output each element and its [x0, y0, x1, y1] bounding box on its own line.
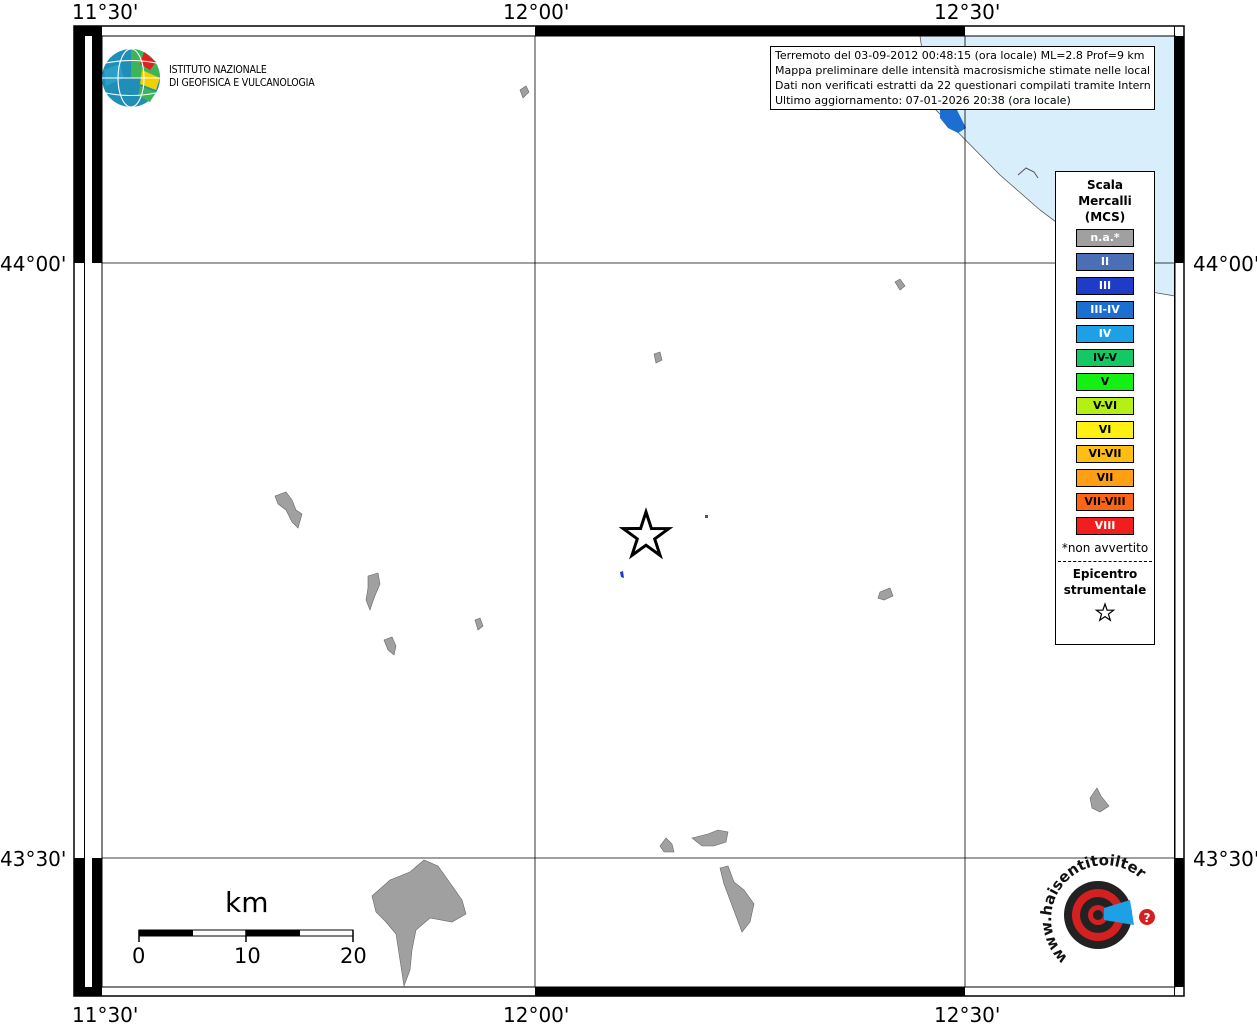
info-line2: Mappa preliminare delle intensità macros… — [775, 64, 1150, 77]
town-area — [653, 351, 663, 364]
towns — [274, 85, 1110, 988]
legend-item-iii: III — [1076, 277, 1134, 295]
scale-label-20: 20 — [340, 944, 367, 968]
town-area — [474, 617, 484, 631]
legend-item-v-vi: V-VI — [1076, 397, 1134, 415]
scale-unit: km — [225, 886, 269, 919]
legend-item-iv-v: IV-V — [1076, 349, 1134, 367]
intensity-marker-III — [620, 571, 624, 578]
legend-separator — [1058, 561, 1152, 562]
town-area — [274, 491, 303, 529]
town-area — [383, 636, 397, 656]
legend-item-vii: VII — [1076, 469, 1134, 487]
legend-title: Scala Mercalli (MCS) — [1056, 177, 1154, 225]
town-area — [519, 85, 530, 99]
legend-star-icon — [1056, 602, 1154, 628]
legend-title-line1: Scala — [1086, 178, 1124, 192]
town-area — [365, 572, 381, 611]
top-label-3: 12°30' — [934, 0, 1001, 24]
legend-item-iv: IV — [1076, 325, 1134, 343]
scale-label-0: 0 — [132, 944, 146, 968]
town-area — [1089, 787, 1110, 813]
legend-epicenter-line2: strumentale — [1063, 583, 1147, 597]
town-area — [691, 829, 729, 847]
legend-item-iii-iv: III-IV — [1076, 301, 1134, 319]
legend-epicenter: Epicentro strumentale — [1056, 566, 1154, 598]
ingv-logo-text: ISTITUTO NAZIONALE DI GEOFISICA E VULCAN… — [169, 64, 315, 90]
top-label-1: 11°30' — [72, 0, 139, 24]
info-line4: Ultimo aggiornamento: 07-01-2026 20:38 (… — [775, 94, 1071, 107]
intensity-marker-small — [705, 515, 708, 518]
legend-item-n-a: n.a.* — [1076, 229, 1134, 247]
legend-item-vii-viii: VII-VIII — [1076, 493, 1134, 511]
bottom-label-2: 12°00' — [503, 1003, 570, 1027]
left-label-2: 43°30' — [0, 847, 67, 871]
legend-item-viii: VIII — [1076, 517, 1134, 535]
legend-epicenter-line1: Epicentro — [1072, 567, 1138, 581]
top-label-2: 12°00' — [503, 0, 570, 24]
bottom-label-1: 11°30' — [72, 1003, 139, 1027]
town-area — [719, 865, 755, 933]
scale-label-10: 10 — [234, 944, 261, 968]
right-label-1: 44°00' — [1193, 252, 1257, 276]
legend-note: *non avvertito — [1061, 541, 1149, 555]
bottom-label-3: 12°30' — [934, 1003, 1001, 1027]
legend-item-v: V — [1076, 373, 1134, 391]
event-info-box: Terremoto del 03-09-2012 00:48:15 (ora l… — [770, 46, 1155, 110]
right-label-2: 43°30' — [1193, 847, 1257, 871]
legend-title-line3: (MCS) — [1084, 210, 1126, 224]
legend-items: n.a.* II III III-IV IV IV-V V V-VI VI VI-VII VII VI… — [1056, 229, 1154, 535]
legend-item-vi: VI — [1076, 421, 1134, 439]
town-area — [659, 837, 675, 853]
legend-title-line2: Mercalli — [1078, 194, 1132, 208]
legend-item-ii: II — [1076, 253, 1134, 271]
info-line3: Dati non verificati estratti da 22 quest… — [775, 79, 1150, 92]
ingv-line2: DI GEOFISICA E VULCANOLOGIA — [169, 77, 315, 89]
scale-bar — [138, 929, 354, 942]
ingv-line1: ISTITUTO NAZIONALE — [169, 64, 267, 76]
town-area — [894, 278, 906, 291]
left-label-1: 44°00' — [0, 252, 67, 276]
town-area — [877, 587, 894, 601]
svg-text:?: ? — [1144, 911, 1151, 925]
ingv-logo-icon — [102, 48, 160, 108]
epicenter-star-icon — [618, 507, 674, 560]
info-line1: Terremoto del 03-09-2012 00:48:15 (ora l… — [775, 49, 1145, 62]
town-area — [371, 859, 467, 988]
intensity-legend: Scala Mercalli (MCS) n.a.* II III III-IV IV I… — [1055, 171, 1155, 645]
legend-item-vi-vii: VI-VII — [1076, 445, 1134, 463]
